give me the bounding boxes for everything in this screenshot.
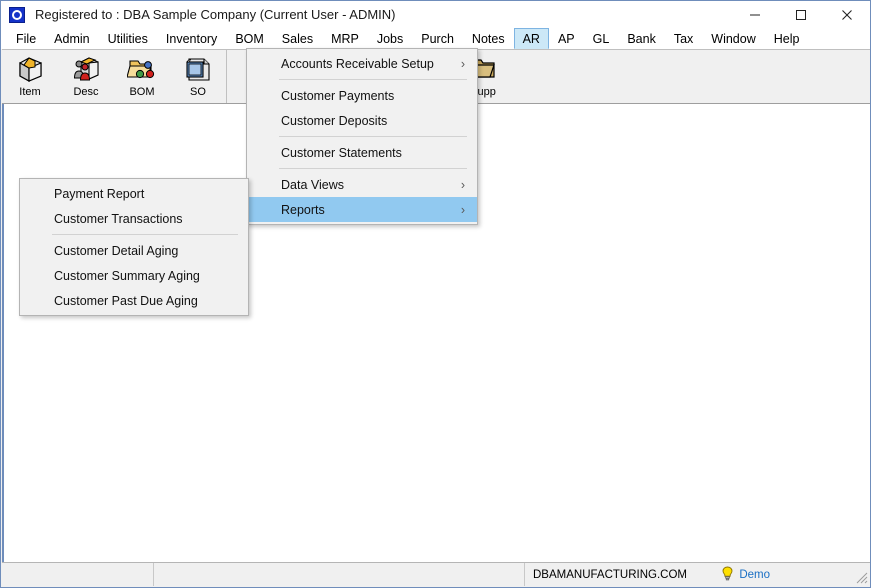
- menubar-item-ap[interactable]: AP: [549, 28, 584, 49]
- menubar-item-jobs[interactable]: Jobs: [368, 28, 412, 49]
- menu-item-payment-report[interactable]: Payment Report: [20, 181, 248, 206]
- menu-bar: File Admin Utilities Inventory BOM Sales…: [1, 28, 870, 49]
- bom-folder-icon: [126, 54, 158, 84]
- descriptors-people-icon: [70, 54, 102, 84]
- menu-item-label: Customer Statements: [281, 145, 402, 160]
- chevron-right-icon: ›: [460, 56, 465, 71]
- menubar-item-tax[interactable]: Tax: [665, 28, 702, 49]
- title-bar: Registered to : DBA Sample Company (Curr…: [1, 1, 870, 28]
- menu-item-reports[interactable]: Reports ›: [247, 197, 477, 222]
- chevron-right-icon: ›: [460, 202, 465, 217]
- menubar-item-admin[interactable]: Admin: [45, 28, 98, 49]
- status-demo-indicator[interactable]: Demo: [721, 566, 770, 584]
- menu-item-customer-transactions[interactable]: Customer Transactions: [20, 206, 248, 231]
- toolbar-label-item: Item: [19, 86, 41, 98]
- menu-item-label: Customer Payments: [281, 88, 395, 103]
- menubar-item-bank[interactable]: Bank: [618, 28, 665, 49]
- toolbar-group-left: Item Desc BOM SO: [2, 50, 227, 103]
- menubar-item-help[interactable]: Help: [765, 28, 809, 49]
- menubar-item-notes[interactable]: Notes: [463, 28, 514, 49]
- menubar-item-purch[interactable]: Purch: [412, 28, 463, 49]
- app-logo-icon: [9, 6, 25, 23]
- menu-item-accounts-receivable-setup[interactable]: Accounts Receivable Setup ›: [247, 51, 477, 76]
- maximize-icon[interactable]: [778, 1, 824, 28]
- menu-item-label: Customer Transactions: [54, 211, 183, 226]
- menubar-item-file[interactable]: File: [7, 28, 45, 49]
- toolbar-button-so[interactable]: SO: [170, 50, 226, 99]
- menu-reports-submenu: Payment Report Customer Transactions Cus…: [19, 178, 249, 316]
- window-controls: [732, 1, 870, 28]
- menu-separator: [279, 168, 467, 169]
- application-window: Registered to : DBA Sample Company (Curr…: [0, 0, 871, 588]
- menu-item-label: Reports: [281, 202, 325, 217]
- status-bar: DBAMANUFACTURING.COM Demo: [2, 562, 870, 586]
- status-demo-label: Demo: [739, 568, 770, 581]
- toolbar-label-desc: Desc: [73, 86, 99, 98]
- status-panel-2: [154, 563, 525, 586]
- lightbulb-icon: [721, 566, 734, 584]
- window-title: Registered to : DBA Sample Company (Curr…: [35, 7, 396, 22]
- menu-item-label: Customer Deposits: [281, 113, 388, 128]
- menu-ar-dropdown: Accounts Receivable Setup › Customer Pay…: [246, 48, 478, 225]
- menu-separator: [279, 136, 467, 137]
- menu-item-customer-payments[interactable]: Customer Payments: [247, 83, 477, 108]
- menubar-item-gl[interactable]: GL: [584, 28, 619, 49]
- status-panel-1: [2, 563, 154, 586]
- menu-item-label: Customer Detail Aging: [54, 243, 179, 258]
- toolbar-button-desc[interactable]: Desc: [58, 50, 114, 99]
- menubar-item-window[interactable]: Window: [702, 28, 764, 49]
- menu-item-label: Data Views: [281, 177, 344, 192]
- toolbar-button-bom[interactable]: BOM: [114, 50, 170, 99]
- menubar-item-sales[interactable]: Sales: [273, 28, 322, 49]
- sales-order-notepad-icon: [182, 54, 214, 84]
- menu-item-customer-past-due-aging[interactable]: Customer Past Due Aging: [20, 288, 248, 313]
- minimize-icon[interactable]: [732, 1, 778, 28]
- menu-separator: [52, 234, 238, 235]
- menu-item-customer-detail-aging[interactable]: Customer Detail Aging: [20, 238, 248, 263]
- menu-item-label: Customer Past Due Aging: [54, 293, 198, 308]
- chevron-right-icon: ›: [460, 177, 465, 192]
- menu-item-label: Customer Summary Aging: [54, 268, 200, 283]
- item-box-icon: [14, 54, 46, 84]
- menu-item-data-views[interactable]: Data Views ›: [247, 172, 477, 197]
- menu-item-customer-statements[interactable]: Customer Statements: [247, 140, 477, 165]
- menu-item-customer-summary-aging[interactable]: Customer Summary Aging: [20, 263, 248, 288]
- close-icon[interactable]: [824, 1, 870, 28]
- menubar-item-bom[interactable]: BOM: [226, 28, 272, 49]
- toolbar-label-so: SO: [190, 86, 206, 98]
- resize-grip-icon[interactable]: [854, 570, 868, 584]
- menu-item-label: Accounts Receivable Setup: [281, 56, 434, 71]
- menu-item-label: Payment Report: [54, 186, 145, 201]
- status-panel-3: DBAMANUFACTURING.COM Demo: [525, 563, 870, 586]
- menubar-item-utilities[interactable]: Utilities: [99, 28, 157, 49]
- menubar-item-inventory[interactable]: Inventory: [157, 28, 226, 49]
- status-website-label: DBAMANUFACTURING.COM: [533, 568, 687, 581]
- toolbar-button-item[interactable]: Item: [2, 50, 58, 99]
- menu-item-customer-deposits[interactable]: Customer Deposits: [247, 108, 477, 133]
- menu-separator: [279, 79, 467, 80]
- toolbar-label-bom: BOM: [129, 86, 155, 98]
- menubar-item-mrp[interactable]: MRP: [322, 28, 368, 49]
- menubar-item-ar[interactable]: AR: [513, 28, 549, 49]
